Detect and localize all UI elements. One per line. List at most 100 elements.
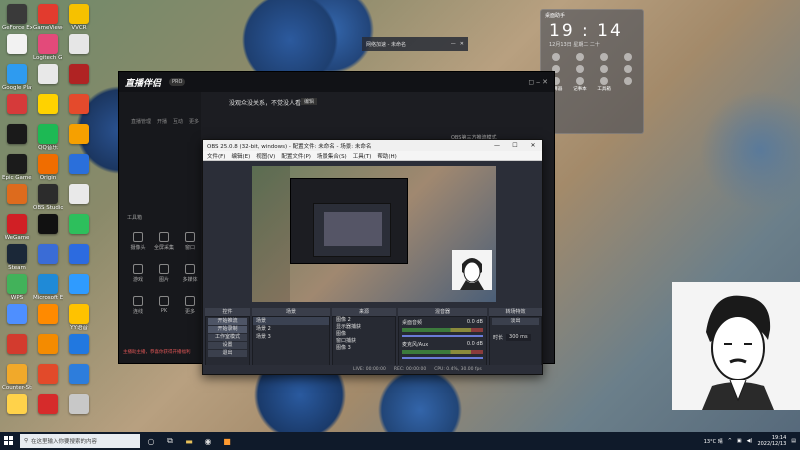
source-item[interactable]: 显示器捕获	[333, 324, 395, 331]
obs-preview[interactable]	[252, 166, 496, 302]
desktop-icon[interactable]	[64, 184, 94, 205]
control-button[interactable]: 开始录制	[208, 326, 247, 333]
control-button[interactable]: 设置	[208, 342, 247, 349]
taskbar-clock[interactable]: 19:14 2022/12/13	[757, 435, 786, 447]
desktop-icon[interactable]	[2, 34, 32, 55]
widget-shortcut[interactable]	[594, 65, 615, 74]
desktop-icon[interactable]	[33, 94, 63, 115]
transition-select[interactable]: 淡出	[492, 318, 539, 325]
desktop-icon[interactable]	[33, 364, 63, 385]
window-controls-icon[interactable]: ◻ ⎯ ✕	[528, 78, 548, 87]
desktop-icon[interactable]	[33, 214, 63, 235]
source-item[interactable]: 图像	[333, 331, 395, 338]
menu-item[interactable]: 工具(T)	[353, 152, 372, 160]
scene-item[interactable]: 场景 3	[253, 333, 329, 341]
menu-item[interactable]: 编辑(E)	[231, 152, 250, 160]
desktop-icon[interactable]: Microsoft Edge	[33, 274, 63, 302]
desktop-icon[interactable]: Epic Games Launcher	[2, 154, 32, 182]
minimize-icon[interactable]: —	[451, 41, 456, 47]
cortana-icon[interactable]: ○	[143, 434, 159, 448]
obs-window[interactable]: OBS 25.0.8 (32-bit, windows) - 配置文件: 未命名…	[202, 139, 543, 375]
control-button[interactable]: 开始推流	[208, 318, 247, 325]
desktop-icon[interactable]: VVCR	[64, 4, 94, 32]
nav-item[interactable]: 更多	[189, 118, 199, 125]
desktop-icon[interactable]	[64, 214, 94, 235]
widget-shortcut[interactable]: 记事本	[569, 77, 590, 92]
menu-item[interactable]: 帮助(H)	[377, 152, 396, 160]
maximize-icon[interactable]: ☐	[506, 142, 524, 149]
tray-overflow-icon[interactable]: ^	[728, 438, 732, 444]
widget-shortcut[interactable]	[545, 53, 566, 62]
start-button[interactable]	[0, 432, 18, 450]
desktop-icon[interactable]: Google Play	[2, 64, 32, 92]
close-icon[interactable]: ✕	[524, 142, 542, 149]
desktop-icon[interactable]: Steam	[2, 244, 32, 272]
desktop-icon[interactable]	[33, 394, 63, 415]
edit-button[interactable]: 编辑	[301, 98, 318, 105]
nav-item[interactable]: 互动	[173, 118, 183, 125]
source-item[interactable]: 窗口捕获	[333, 338, 395, 345]
desktop-icon[interactable]	[2, 394, 32, 415]
source-item[interactable]: 图像 3	[333, 345, 395, 352]
volume-slider[interactable]	[402, 357, 483, 359]
explorer-icon[interactable]: ▬	[181, 434, 197, 448]
desktop-icon[interactable]	[64, 154, 94, 175]
desktop-icon[interactable]: GeForce Experience	[2, 4, 32, 32]
desktop-icon[interactable]	[64, 34, 94, 55]
duration-input[interactable]: 300 ms	[506, 334, 531, 341]
desktop-icon[interactable]	[2, 124, 32, 145]
desktop-icon[interactable]	[64, 64, 94, 85]
desktop-icon[interactable]	[33, 304, 63, 325]
widget-shortcut[interactable]	[618, 77, 639, 92]
nav-item[interactable]: 开播	[157, 118, 167, 125]
desktop-icon[interactable]	[64, 364, 94, 385]
live-app-taskbar-icon[interactable]: ■	[219, 434, 235, 448]
mini-window[interactable]: 网络加速 - 未命名 — ✕	[362, 37, 468, 51]
desktop-icon[interactable]	[2, 184, 32, 205]
desktop-icon[interactable]	[64, 124, 94, 145]
desktop-icon[interactable]: WPS	[2, 274, 32, 302]
desktop-icon[interactable]	[33, 244, 63, 265]
desktop-icon[interactable]	[64, 274, 94, 295]
desktop-icon[interactable]: GameViewer	[33, 4, 63, 32]
menu-item[interactable]: 场景集合(S)	[317, 152, 347, 160]
widget-shortcut[interactable]: 工具箱	[594, 77, 615, 92]
scene-item[interactable]: 场景	[253, 317, 329, 325]
desktop-icon[interactable]	[2, 94, 32, 115]
menu-item[interactable]: 配置文件(P)	[281, 152, 311, 160]
widget-shortcut[interactable]	[618, 65, 639, 74]
source-item[interactable]: 图像 2	[333, 317, 395, 324]
obs-taskbar-icon[interactable]: ◉	[200, 434, 216, 448]
widget-shortcut[interactable]	[569, 65, 590, 74]
scene-item[interactable]: 场景 2	[253, 325, 329, 333]
taskbar-search[interactable]: ⚲ 在这里输入你要搜索的内容	[20, 434, 140, 448]
widget-shortcut[interactable]	[569, 53, 590, 62]
desktop-icon[interactable]: WeGame	[2, 214, 32, 242]
widget-shortcut[interactable]	[594, 53, 615, 62]
menu-item[interactable]: 文件(F)	[207, 152, 225, 160]
desktop-icon[interactable]	[33, 334, 63, 355]
close-icon[interactable]: ✕	[460, 41, 464, 47]
widget-shortcut[interactable]	[618, 53, 639, 62]
weather-widget[interactable]: 13°C 晴	[704, 438, 723, 445]
nav-item[interactable]: 直播管理	[131, 118, 151, 125]
desktop-icon[interactable]	[64, 334, 94, 355]
volume-slider[interactable]	[402, 335, 483, 337]
desktop-icon[interactable]	[64, 244, 94, 265]
desktop-icon[interactable]	[2, 304, 32, 325]
desktop-icon[interactable]: OBS Studio	[33, 184, 63, 212]
minimize-icon[interactable]: —	[488, 142, 506, 149]
task-view-icon[interactable]: ⧉	[162, 434, 178, 448]
control-button[interactable]: 工作室模式	[208, 334, 247, 341]
desktop-icon[interactable]: Origin	[33, 154, 63, 182]
desktop-icon[interactable]: YY语音	[64, 304, 94, 332]
volume-icon[interactable]: ◀)	[747, 438, 753, 444]
desktop-icon[interactable]: Logitech G HUB	[33, 34, 63, 62]
notification-icon[interactable]: ▤	[791, 438, 796, 444]
desktop-icon[interactable]: QQ音乐	[33, 124, 63, 152]
desktop-icon[interactable]	[64, 394, 94, 415]
desktop-icon[interactable]	[2, 334, 32, 355]
desktop-icon[interactable]: Counter-Strike Global	[2, 364, 32, 392]
desktop-icon[interactable]	[33, 64, 63, 85]
network-icon[interactable]: ▣	[737, 438, 742, 444]
